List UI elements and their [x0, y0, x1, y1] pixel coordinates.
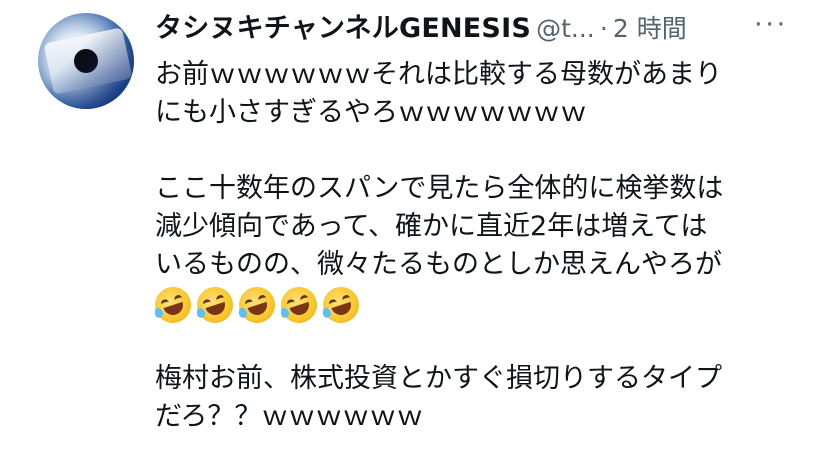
more-options-icon[interactable]: ··· [754, 10, 788, 40]
post-line: 梅村お前、株式投資とかすぐ損切りするタイプ [155, 363, 722, 394]
rolling-on-the-floor-laughing-icon [150, 282, 196, 328]
rolling-on-the-floor-laughing-icon [234, 282, 280, 328]
timestamp[interactable]: 2 時間 [613, 14, 687, 43]
rolling-on-the-floor-laughing-icon [318, 282, 364, 328]
display-name[interactable]: タシヌキチャンネルGENESIS [155, 13, 531, 44]
post-line: にも小さすぎるやろｗｗｗｗｗｗｗ [155, 97, 587, 128]
emoji-row [150, 282, 805, 328]
post-line: ここ十数年のスパンで見たら全体的に検挙数は [155, 173, 724, 204]
post-header: タシヌキチャンネルGENESIS @t... · 2 時間 [155, 6, 815, 46]
rolling-on-the-floor-laughing-icon [192, 282, 238, 328]
post-line: お前ｗｗｗｗｗｗそれは比較する母数があまり [155, 59, 722, 90]
post-line: だろ？？ｗｗｗｗｗｗ [155, 401, 424, 432]
user-handle[interactable]: @t... [536, 14, 595, 43]
post-line: 減少傾向であって、確かに直近2年は増えては [155, 211, 708, 242]
avatar[interactable] [38, 13, 134, 109]
separator-dot: · [599, 14, 608, 43]
rolling-on-the-floor-laughing-icon [276, 282, 322, 328]
post-text: お前ｗｗｗｗｗｗそれは比較する母数があまり にも小さすぎるやろｗｗｗｗｗｗｗ こ… [150, 56, 805, 436]
post-line: いるものの、微々たるものとしか思えんやろが [155, 249, 722, 280]
